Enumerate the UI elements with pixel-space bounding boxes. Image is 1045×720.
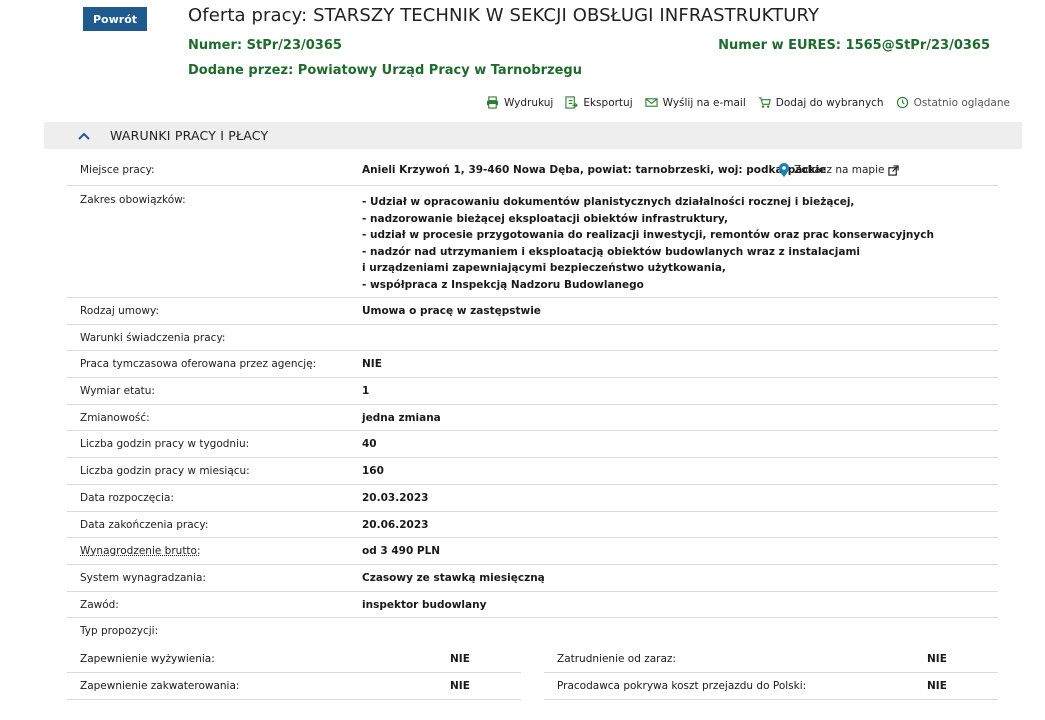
detail-value: 1: [362, 385, 370, 398]
extra-row-przejazd: Pracodawca pokrywa koszt przejazdu do Po…: [544, 673, 998, 700]
detail-label: Data zakończenia pracy:: [80, 518, 209, 531]
email-button[interactable]: Wyślij na e-mail: [644, 96, 746, 109]
salary-tooltip-term[interactable]: Wynagrodzenie brutto:: [80, 545, 201, 557]
recent-label: Ostatnio oglądane: [913, 96, 1010, 109]
detail-row-rodzaj-umowy: Rodzaj umowy: Umowa o pracę w zastępstwi…: [67, 298, 998, 325]
detail-label: Liczba godzin pracy w miesiącu:: [80, 465, 250, 478]
detail-value: Czasowy ze stawką miesięczną: [362, 571, 545, 584]
printer-icon: [486, 96, 499, 109]
detail-value: NIE: [927, 653, 947, 665]
recent-button[interactable]: Ostatnio oglądane: [896, 96, 1010, 109]
detail-label: Wynagrodzenie brutto:: [67, 545, 362, 557]
details-table: Miejsce pracy: Anieli Krzywoń 1, 39-460 …: [67, 158, 998, 645]
added-by-label: Dodane przez:: [188, 63, 298, 78]
map-link[interactable]: Zobacz na mapie: [778, 163, 900, 177]
detail-value: NIE: [450, 680, 470, 692]
detail-value: 20.06.2023: [362, 518, 429, 531]
detail-row-data-zakonczenia: Data zakończenia pracy: 20.06.2023: [67, 512, 998, 539]
offer-number-value: StPr/23/0365: [246, 38, 342, 53]
print-button[interactable]: Wydrukuj: [486, 96, 553, 109]
detail-label: Liczba godzin pracy w tygodniu:: [80, 438, 250, 451]
detail-row-wymiar-etatu: Wymiar etatu: 1: [67, 378, 998, 405]
favorites-button[interactable]: Dodaj do wybranych: [758, 96, 884, 109]
map-pin-icon: [779, 163, 789, 177]
detail-value: jedna zmiana: [362, 411, 441, 424]
toolbar: Wydrukuj Eksportuj Wyślij na e-mail Doda…: [486, 96, 1010, 109]
detail-label: Warunki świadczenia pracy:: [80, 331, 226, 344]
detail-row-praca-tymczasowa: Praca tymczasowa oferowana przez agencję…: [67, 351, 998, 379]
detail-row-zawod: Zawód: inspektor budowlany: [67, 592, 998, 619]
page-title: Oferta pracy: STARSZY TECHNIK W SEKCJI O…: [188, 5, 820, 26]
duty-line: - współpraca z Inspekcją Nadzoru Budowla…: [362, 278, 644, 291]
detail-value: 160: [362, 465, 384, 478]
export-label: Eksportuj: [583, 96, 633, 109]
detail-label: System wynagradzania:: [80, 571, 206, 584]
detail-label: Zawód:: [80, 598, 119, 611]
clock-icon: [896, 96, 908, 109]
eures-number-label: Numer w EURES:: [718, 38, 846, 53]
added-by: Dodane przez: Powiatowy Urząd Pracy w Ta…: [188, 63, 582, 78]
detail-value: NIE: [362, 358, 382, 371]
detail-label: Miejsce pracy:: [80, 164, 155, 176]
extra-row-wyzywienie: Zapewnienie wyżywienia: NIE: [67, 646, 521, 673]
duties-list: - Udział w opracowaniu dokumentów planis…: [362, 194, 998, 294]
detail-row-zakres: Zakres obowiązków: - Udział w opracowani…: [67, 186, 998, 298]
detail-label: Praca tymczasowa oferowana przez agencję…: [80, 358, 317, 371]
detail-row-system-wynagradzania: System wynagradzania: Czasowy ze stawką …: [67, 565, 998, 592]
detail-value: od 3 490 PLN: [362, 545, 441, 558]
map-link-label: Zobacz na mapie: [794, 164, 885, 176]
duty-line: i urządzeniami zapewniającymi bezpieczeń…: [362, 262, 726, 275]
detail-value: inspektor budowlany: [362, 598, 487, 611]
email-label: Wyślij na e-mail: [662, 96, 746, 109]
offer-number-label: Numer:: [188, 38, 247, 53]
detail-value: 20.03.2023: [362, 491, 429, 504]
favorites-label: Dodaj do wybranych: [775, 96, 884, 109]
added-by-value: Powiatowy Urząd Pracy w Tarnobrzegu: [297, 63, 582, 78]
detail-row-godziny-miesiac: Liczba godzin pracy w miesiącu: 160: [67, 458, 998, 485]
export-icon: [565, 96, 579, 109]
back-button[interactable]: Powrót: [83, 7, 147, 31]
duty-line: - udział w procesie przygotowania do rea…: [362, 229, 934, 242]
detail-label: Typ propozycji:: [80, 625, 159, 638]
print-label: Wydrukuj: [503, 96, 554, 109]
extra-row-od-zaraz: Zatrudnienie od zaraz: NIE: [544, 646, 998, 673]
detail-value: Umowa o pracę w zastępstwie: [362, 305, 541, 317]
detail-value: 40: [362, 438, 377, 451]
detail-value: Anieli Krzywoń 1, 39-460 Nowa Dęba, powi…: [362, 164, 827, 176]
detail-label: Wymiar etatu:: [80, 385, 155, 398]
detail-label: Rodzaj umowy:: [80, 305, 159, 317]
export-button[interactable]: Eksportuj: [565, 96, 633, 109]
detail-label: Zakres obowiązków:: [80, 194, 186, 206]
detail-label: Pracodawca pokrywa koszt przejazdu do Po…: [557, 680, 807, 692]
detail-label: Zapewnienie zakwaterowania:: [80, 680, 240, 692]
section-header-warunki[interactable]: WARUNKI PRACY I PŁACY: [44, 122, 1022, 149]
detail-row-data-rozpoczecia: Data rozpoczęcia: 20.03.2023: [67, 485, 998, 512]
extra-row-zakwaterowanie: Zapewnienie zakwaterowania: NIE: [67, 673, 521, 700]
detail-row-wynagrodzenie: Wynagrodzenie brutto: od 3 490 PLN: [67, 538, 998, 565]
detail-row-godziny-tydzien: Liczba godzin pracy w tygodniu: 40: [67, 431, 998, 459]
duty-line: - Udział w opracowaniu dokumentów planis…: [362, 196, 855, 208]
eures-number-value: 1565@StPr/23/0365: [845, 38, 990, 53]
chevron-up-icon[interactable]: [77, 129, 91, 143]
detail-value: NIE: [927, 680, 947, 692]
detail-label: Zmianowość:: [80, 411, 150, 424]
external-link-icon: [888, 164, 900, 176]
detail-label: Zapewnienie wyżywienia:: [80, 653, 215, 665]
duty-line: - nadzorowanie bieżącej eksploatacji obi…: [362, 212, 728, 225]
duty-line: - nadzór nad utrzymaniem i eksploatacją …: [362, 245, 860, 258]
envelope-icon: [644, 98, 658, 107]
eures-number: Numer w EURES: 1565@StPr/23/0365: [718, 38, 990, 53]
offer-number: Numer: StPr/23/0365: [188, 38, 342, 53]
detail-value: NIE: [450, 653, 470, 665]
cart-icon: [758, 97, 771, 108]
detail-row-typ-propozycji: Typ propozycji:: [67, 618, 998, 645]
detail-row-warunki: Warunki świadczenia pracy:: [67, 325, 998, 352]
detail-label: Zatrudnienie od zaraz:: [557, 653, 676, 665]
section-title: WARUNKI PRACY I PŁACY: [110, 128, 269, 143]
detail-row-zmianowosc: Zmianowość: jedna zmiana: [67, 405, 998, 432]
detail-label: Data rozpoczęcia:: [80, 491, 174, 504]
